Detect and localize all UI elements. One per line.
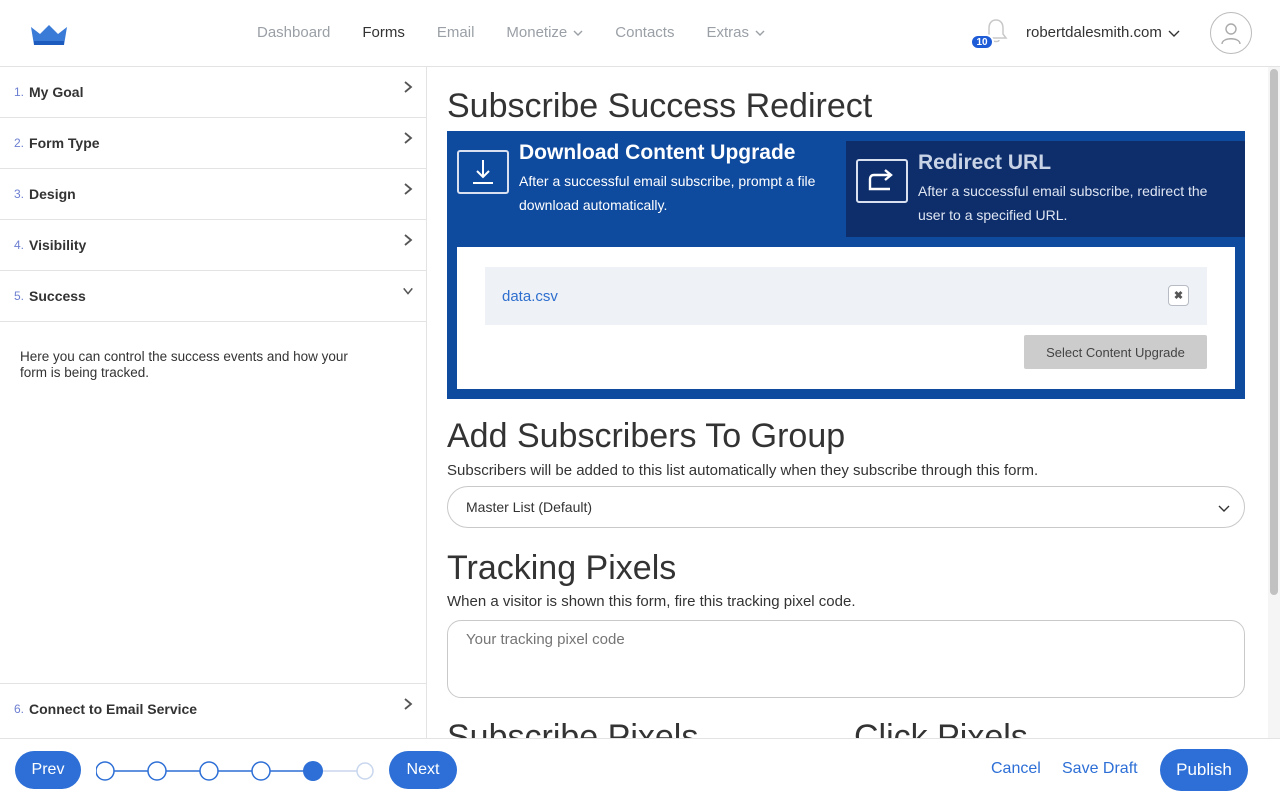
sidebar-step-form-type[interactable]: 2. Form Type <box>0 118 426 169</box>
user-avatar[interactable] <box>1210 12 1252 54</box>
scrollbar-thumb[interactable] <box>1270 69 1278 595</box>
chevron-down-icon <box>755 30 765 36</box>
nav-contacts-label: Contacts <box>615 24 675 41</box>
selected-file: data.csv ✖ <box>485 267 1207 325</box>
chevron-down-icon <box>573 30 583 36</box>
site-selector[interactable]: robertdalesmith.com <box>1026 24 1180 41</box>
step-label: Form Type <box>29 135 100 151</box>
chevron-right-icon <box>404 698 413 710</box>
site-name: robertdalesmith.com <box>1026 24 1162 41</box>
nav-extras-label: Extras <box>706 24 749 41</box>
select-content-upgrade-button[interactable]: Select Content Upgrade <box>1024 335 1207 369</box>
content-upgrade-box: data.csv ✖ Select Content Upgrade <box>457 247 1235 389</box>
nav-monetize[interactable]: Monetize <box>506 24 583 41</box>
progress-step-5-current[interactable] <box>303 761 323 781</box>
step-number: 3. <box>14 187 25 201</box>
step-description: Here you can control the success events … <box>20 349 348 380</box>
chevron-right-icon <box>404 234 413 246</box>
remove-file-icon[interactable]: ✖ <box>1168 285 1189 306</box>
step-number: 4. <box>14 238 25 252</box>
publish-button[interactable]: Publish <box>1160 749 1248 791</box>
step-number: 5. <box>14 289 25 303</box>
tracking-pixels-title: Tracking Pixels <box>447 549 677 587</box>
nav-monetize-label: Monetize <box>506 24 568 41</box>
prev-button[interactable]: Prev <box>15 751 81 789</box>
sidebar-step-design[interactable]: 3. Design <box>0 169 426 220</box>
tracking-pixel-code-input[interactable] <box>447 620 1245 698</box>
redirect-section-title: Subscribe Success Redirect <box>447 87 873 125</box>
option-download-desc: After a successful email subscribe, prom… <box>519 173 816 213</box>
main-nav: Dashboard Forms Email Monetize Contacts … <box>257 24 797 41</box>
step-label: Visibility <box>29 237 87 253</box>
sidebar-step-success[interactable]: 5. Success <box>0 271 426 322</box>
progress-step-6[interactable] <box>356 762 374 780</box>
redirect-icon <box>856 159 908 203</box>
notification-count-badge[interactable]: 10 <box>970 34 994 50</box>
step-label: Connect to Email Service <box>29 701 198 717</box>
nav-dashboard-label: Dashboard <box>257 24 331 41</box>
sidebar-step-connect-email[interactable]: 6. Connect to Email Service <box>0 683 426 734</box>
selected-group: Master List (Default) <box>466 499 593 515</box>
nav-email[interactable]: Email <box>437 24 475 41</box>
download-icon <box>457 150 509 194</box>
sidebar-step-my-goal[interactable]: 1. My Goal <box>0 67 426 118</box>
group-section-title: Add Subscribers To Group <box>447 417 846 455</box>
chevron-down-icon <box>1218 505 1230 512</box>
nav-contacts[interactable]: Contacts <box>615 24 674 41</box>
option-redirect-title: Redirect URL <box>918 151 1052 174</box>
option-redirect-desc: After a successful email subscribe, redi… <box>918 183 1208 223</box>
option-download-content-upgrade[interactable]: Download Content Upgrade After a success… <box>447 131 846 241</box>
option-redirect-url[interactable]: Redirect URL After a successful email su… <box>846 141 1245 237</box>
group-section-desc: Subscribers will be added to this list a… <box>447 462 1039 479</box>
progress-step-1[interactable] <box>96 761 115 781</box>
progress-step-4[interactable] <box>251 761 271 781</box>
chevron-right-icon <box>404 81 413 93</box>
chevron-right-icon <box>404 183 413 195</box>
wizard-sidebar: 1. My Goal 2. Form Type 3. Design 4. Vis… <box>0 67 427 738</box>
user-icon <box>1221 23 1241 45</box>
step-number: 1. <box>14 85 25 99</box>
subscriber-group-select[interactable]: Master List (Default) <box>447 486 1245 528</box>
nav-forms[interactable]: Forms <box>362 24 405 41</box>
step-number: 6. <box>14 702 25 716</box>
chevron-down-icon <box>403 287 413 295</box>
step-label: My Goal <box>29 84 84 100</box>
step-label: Design <box>29 186 76 202</box>
nav-email-label: Email <box>436 24 475 41</box>
chevron-down-icon <box>1168 30 1180 37</box>
tracking-pixels-desc: When a visitor is shown this form, fire … <box>447 593 856 610</box>
main-content: Subscribe Success Redirect Download Cont… <box>427 67 1280 738</box>
save-draft-link[interactable]: Save Draft <box>1062 760 1138 778</box>
progress-step-2[interactable] <box>147 761 167 781</box>
option-download-title: Download Content Upgrade <box>519 141 796 164</box>
crown-logo-icon[interactable] <box>30 23 68 47</box>
subscribe-pixels-title: Subscribe Pixels <box>447 718 699 738</box>
click-pixels-title: Click Pixels <box>854 718 1028 738</box>
nav-dashboard[interactable]: Dashboard <box>257 24 330 41</box>
step-progress-indicator <box>96 761 374 781</box>
sidebar-step-visibility[interactable]: 4. Visibility <box>0 220 426 271</box>
chevron-right-icon <box>404 132 413 144</box>
nav-forms-label: Forms <box>362 24 405 41</box>
step-label: Success <box>29 288 86 304</box>
wizard-footer: Prev Next Cancel Save Draft Publish <box>0 738 1280 800</box>
file-name[interactable]: data.csv <box>502 288 558 305</box>
cancel-link[interactable]: Cancel <box>991 760 1041 778</box>
nav-extras[interactable]: Extras <box>706 24 765 41</box>
top-navigation-bar: Dashboard Forms Email Monetize Contacts … <box>0 0 1280 67</box>
step-number: 2. <box>14 136 25 150</box>
progress-step-3[interactable] <box>199 761 219 781</box>
next-button[interactable]: Next <box>389 751 457 789</box>
